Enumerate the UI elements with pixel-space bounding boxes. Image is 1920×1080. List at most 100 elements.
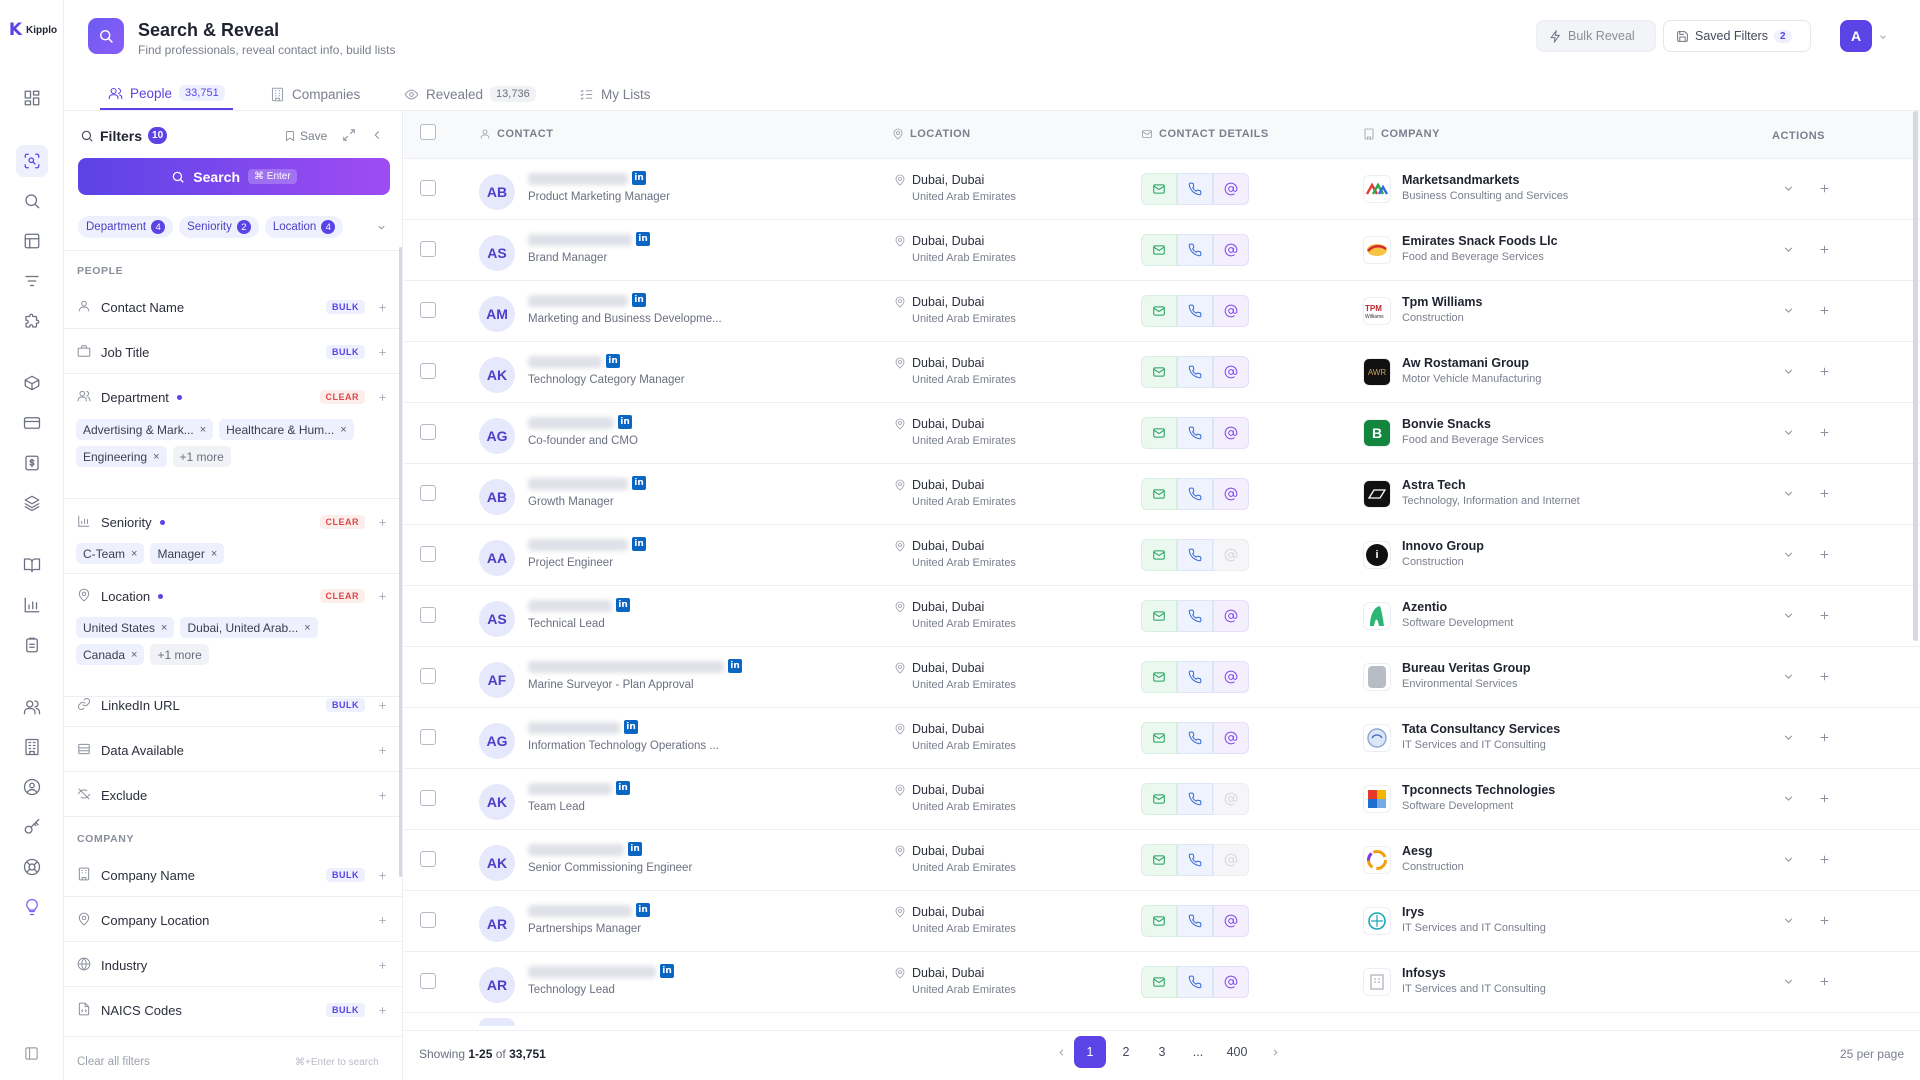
reveal-phone-button[interactable] <box>1177 417 1213 449</box>
team-icon[interactable] <box>16 691 48 723</box>
linkedin-icon[interactable]: in <box>632 537 646 551</box>
filter-scrollbar[interactable] <box>399 247 402 877</box>
dashboard-icon[interactable] <box>16 82 48 114</box>
chevron-down-icon[interactable] <box>1782 182 1795 198</box>
plus-icon[interactable] <box>377 699 389 711</box>
plus-icon[interactable] <box>1818 487 1831 503</box>
table-row[interactable]: AR in Technology Lead Dubai, Dubai United Ar… <box>404 952 1920 1013</box>
plus-icon[interactable] <box>377 744 389 756</box>
plus-icon[interactable] <box>1818 792 1831 808</box>
next-page-button[interactable] <box>1259 1036 1291 1068</box>
company-name[interactable]: Aw Rostamani Group <box>1402 356 1529 370</box>
chevron-down-icon[interactable] <box>1782 792 1795 808</box>
table-row[interactable]: AG in Information Technology Operations ..… <box>404 708 1920 769</box>
row-checkbox[interactable] <box>420 668 436 684</box>
reveal-social-button[interactable] <box>1213 966 1249 998</box>
summary-chip-location[interactable]: Location 4 <box>264 216 344 238</box>
support-icon[interactable] <box>16 851 48 883</box>
filter-naics-codes[interactable]: NAICS Codes BULK <box>77 1000 389 1020</box>
filter-location[interactable]: Location CLEAR <box>77 586 389 606</box>
reveal-social-button[interactable] <box>1213 356 1249 388</box>
filter-exclude[interactable]: Exclude <box>77 785 389 805</box>
plus-icon[interactable] <box>1818 853 1831 869</box>
close-icon[interactable]: × <box>340 424 346 436</box>
reveal-email-button[interactable] <box>1141 234 1177 266</box>
page-1-button[interactable]: 1 <box>1074 1036 1106 1068</box>
plus-icon[interactable] <box>377 1004 389 1016</box>
reveal-phone-button[interactable] <box>1177 478 1213 510</box>
filter-job-title[interactable]: Job Title BULK <box>77 342 389 362</box>
bulk-tag[interactable]: BULK <box>326 868 365 882</box>
app-logo[interactable]: K Kipplo <box>8 20 57 40</box>
more-chip[interactable]: +1 more <box>150 644 209 665</box>
reveal-social-button[interactable] <box>1213 234 1249 266</box>
reveal-social-button[interactable] <box>1213 600 1249 632</box>
company-name[interactable]: Azentio <box>1402 600 1447 614</box>
reveal-email-button[interactable] <box>1141 356 1177 388</box>
reveal-social-button[interactable] <box>1213 722 1249 754</box>
linkedin-icon[interactable]: in <box>636 903 650 917</box>
bulk-tag[interactable]: BULK <box>326 300 365 314</box>
more-chip[interactable]: +1 more <box>172 446 231 467</box>
plus-icon[interactable] <box>1818 365 1831 381</box>
reveal-phone-button[interactable] <box>1177 661 1213 693</box>
search-button[interactable]: Search ⌘ Enter <box>78 158 390 195</box>
reveal-phone-button[interactable] <box>1177 173 1213 205</box>
row-checkbox[interactable] <box>420 729 436 745</box>
value-chip[interactable]: Manager × <box>150 543 225 564</box>
row-checkbox[interactable] <box>420 790 436 806</box>
table-row[interactable]: AF in Marine Surveyor - Plan Approval Dubai… <box>404 647 1920 708</box>
company-name[interactable]: Marketsandmarkets <box>1402 173 1519 187</box>
layers-icon[interactable] <box>16 487 48 519</box>
filter-industry[interactable]: Industry <box>77 955 389 975</box>
scan-search-icon[interactable] <box>16 145 48 177</box>
package-icon[interactable] <box>16 367 48 399</box>
filter-department[interactable]: Department CLEAR <box>77 387 389 407</box>
contact-name-blurred[interactable] <box>528 966 656 978</box>
close-icon[interactable]: × <box>200 424 206 436</box>
company-name[interactable]: Aesg <box>1402 844 1433 858</box>
chevron-down-icon[interactable] <box>1782 365 1795 381</box>
reveal-phone-button[interactable] <box>1177 539 1213 571</box>
filter-company-name[interactable]: Company Name BULK <box>77 865 389 885</box>
linkedin-icon[interactable]: in <box>632 293 646 307</box>
plus-icon[interactable] <box>377 959 389 971</box>
reveal-social-button[interactable] <box>1213 173 1249 205</box>
puzzle-icon[interactable] <box>16 305 48 337</box>
linkedin-icon[interactable]: in <box>660 964 674 978</box>
linkedin-icon[interactable]: in <box>628 842 642 856</box>
company-name[interactable]: Innovo Group <box>1402 539 1484 553</box>
plus-icon[interactable] <box>377 301 389 313</box>
filter-contact-name[interactable]: Contact Name BULK <box>77 297 389 317</box>
chevron-down-icon[interactable] <box>376 221 387 236</box>
row-checkbox[interactable] <box>420 241 436 257</box>
company-name[interactable]: Bonvie Snacks <box>1402 417 1491 431</box>
filter-company-location[interactable]: Company Location <box>77 910 389 930</box>
bar-chart-icon[interactable] <box>16 589 48 621</box>
value-chip[interactable]: Engineering × <box>76 446 167 467</box>
page-2-button[interactable]: 2 <box>1110 1036 1142 1068</box>
value-chip[interactable]: Advertising & Mark... × <box>76 419 214 440</box>
row-checkbox[interactable] <box>420 973 436 989</box>
company-name[interactable]: Irys <box>1402 905 1424 919</box>
prev-page-button[interactable] <box>1045 1036 1077 1068</box>
plus-icon[interactable] <box>1818 426 1831 442</box>
user-avatar[interactable]: A <box>1840 20 1872 52</box>
linkedin-icon[interactable]: in <box>616 781 630 795</box>
reveal-phone-button[interactable] <box>1177 783 1213 815</box>
company-name[interactable]: Tpconnects Technologies <box>1402 783 1555 797</box>
linkedin-icon[interactable]: in <box>636 232 650 246</box>
key-icon[interactable] <box>16 811 48 843</box>
value-chip[interactable]: Canada × <box>76 644 145 665</box>
chevron-down-icon[interactable] <box>1782 914 1795 930</box>
company-name[interactable]: Astra Tech <box>1402 478 1466 492</box>
company-name[interactable]: Bureau Veritas Group <box>1402 661 1531 675</box>
filter-icon[interactable] <box>16 265 48 297</box>
linkedin-icon[interactable]: in <box>618 415 632 429</box>
close-icon[interactable]: × <box>211 548 217 560</box>
reveal-email-button[interactable] <box>1141 539 1177 571</box>
close-icon[interactable]: × <box>131 548 137 560</box>
plus-icon[interactable] <box>377 391 389 403</box>
table-row[interactable]: AK in Team Lead Dubai, Dubai United Arab Emi… <box>404 769 1920 830</box>
summary-chip-department[interactable]: Department 4 <box>78 216 174 238</box>
